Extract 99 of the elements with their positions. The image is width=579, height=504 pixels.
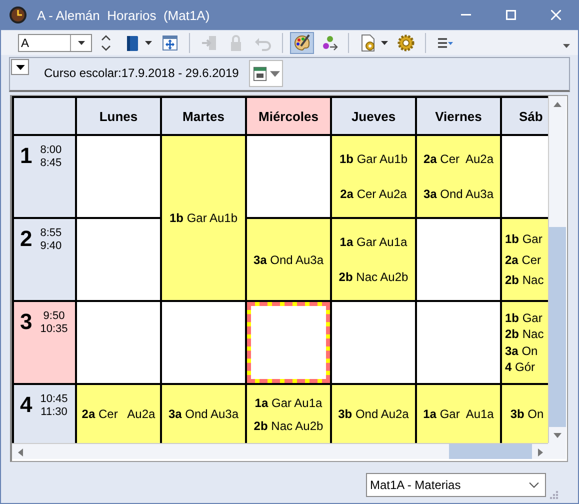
caret-icon — [381, 41, 388, 45]
timetable-cell[interactable]: 2a Cer Au2a 3a Ond Au3a — [417, 136, 500, 217]
day-header: Viernes — [417, 98, 500, 134]
minimize-icon — [460, 14, 470, 16]
day-header: Lunes — [77, 98, 160, 134]
class-combo-box[interactable]: A — [18, 34, 92, 52]
lesson-entry: 3a Ond Au3a — [168, 407, 239, 421]
view-select[interactable]: Mat1A - Materias — [366, 472, 546, 496]
door-arrow-icon — [200, 34, 218, 52]
corner-cell — [14, 98, 75, 134]
timetable-cell[interactable] — [77, 302, 160, 383]
timetable-cell[interactable]: 1b Gar 2a Cer 2b Nac — [502, 219, 548, 300]
timetable-cell[interactable]: 2a Cer Au2a — [77, 385, 160, 443]
timetable-cell[interactable]: 1a Gar Au1a 2b Nac Au2b — [332, 219, 415, 300]
lesson-entry: 1b Gar — [505, 232, 542, 246]
lesson-entry: 2a Cer Au2a — [82, 407, 156, 421]
timetable-cell[interactable]: 3b Ond Au2a — [332, 385, 415, 443]
lesson-entry: 4 Gór — [505, 360, 536, 374]
selected-cell[interactable] — [247, 302, 330, 383]
gear-icon — [397, 34, 415, 52]
timetable-cell[interactable]: 1a Gar Au1a — [417, 385, 500, 443]
timetable-cell[interactable]: 1b Gar Au1b — [162, 136, 245, 300]
day-header: Martes — [162, 98, 245, 134]
timetable-cell[interactable]: 3b On — [502, 385, 548, 443]
clock-icon — [9, 6, 27, 24]
people-icon — [320, 34, 338, 52]
end-time: 8:45 — [40, 157, 62, 170]
lesson-entry: 2a Cer Au2a — [340, 186, 407, 201]
close-icon — [550, 10, 560, 20]
scrollbar-thumb[interactable] — [448, 444, 532, 459]
resize-grip-icon[interactable] — [550, 491, 558, 499]
timetable-cell[interactable] — [77, 136, 160, 217]
lesson-entry: 1a Gar Au1a — [423, 407, 494, 421]
scroll-left-icon[interactable] — [18, 448, 22, 456]
end-time: 10:35 — [40, 323, 68, 336]
window-title: A - Alemán Horarios (Mat1A) — [37, 8, 211, 22]
end-time: 11:30 — [40, 406, 68, 419]
lesson-entry: 2b Nac — [505, 327, 544, 342]
timetable-cell[interactable]: 1b Gar 2b Nac 3a On 4 Gór — [502, 302, 548, 383]
timetable-cell[interactable]: 1b Gar Au1b 2a Cer Au2a — [332, 136, 415, 217]
chevron-icon — [529, 482, 539, 488]
lesson-entry: 3a Ond Au3a — [423, 186, 494, 201]
day-header: Miércoles — [247, 98, 330, 134]
start-time: 8:55 — [40, 227, 62, 240]
lesson-entry: 1a Gar Au1a — [254, 396, 322, 410]
move-icon — [161, 34, 179, 52]
timetable-cell[interactable] — [162, 302, 245, 383]
timetable-cell[interactable]: 3a Ond Au3a — [162, 385, 245, 443]
maximize-icon — [506, 10, 516, 20]
spinner-arrows-icon[interactable] — [99, 33, 113, 53]
timetable-cell[interactable] — [332, 302, 415, 383]
palette-icon — [293, 34, 311, 52]
calendar-button[interactable] — [249, 60, 283, 87]
period-number: 2 — [20, 227, 32, 251]
caret-icon — [78, 41, 84, 45]
lesson-entry: 2a Cer — [505, 252, 542, 266]
timetable-cell[interactable]: 1a Gar Au1a 2b Nac Au2b — [247, 385, 330, 443]
timetable-cell[interactable] — [417, 302, 500, 383]
timetable-cell[interactable] — [247, 136, 330, 217]
document-gear-icon — [359, 34, 377, 52]
caret-icon — [16, 64, 24, 70]
lesson-entry: 2b Nac — [505, 273, 544, 288]
lesson-entry: 3a On — [505, 344, 538, 358]
day-header: Sáb — [502, 98, 548, 134]
timetable-cell[interactable] — [502, 136, 548, 217]
start-time: 10:45 — [40, 393, 68, 406]
end-time: 9:40 — [40, 240, 62, 253]
scroll-down-icon[interactable] — [553, 432, 562, 438]
lesson-entry: 1b Gar — [505, 310, 542, 325]
school-year-label: Curso escolar:17.9.2018 - 29.6.2019 — [44, 66, 240, 80]
lesson-entry: 3b Ond Au2a — [338, 407, 409, 421]
period-number: 4 — [20, 393, 32, 417]
caret-icon — [145, 41, 152, 45]
dropdown-button[interactable] — [11, 59, 29, 75]
lesson-entry: 3b On — [510, 407, 544, 421]
lesson-entry: 1b Gar Au1b — [169, 211, 238, 225]
calendar-icon — [252, 65, 266, 82]
day-header: Jueves — [332, 98, 415, 134]
period-number: 3 — [20, 310, 32, 334]
scroll-right-icon[interactable] — [538, 448, 542, 456]
vertical-scrollbar[interactable] — [548, 96, 566, 443]
start-time: 9:50 — [43, 310, 65, 323]
lesson-entry: 3a Ond Au3a — [253, 252, 324, 266]
period-number: 1 — [20, 144, 32, 168]
horizontal-scrollbar[interactable] — [12, 443, 548, 459]
lesson-entry: 1b Gar Au1b — [339, 152, 408, 166]
lesson-entry: 2b Nac Au2b — [254, 418, 324, 432]
scroll-up-icon[interactable] — [553, 102, 562, 106]
start-time: 8:00 — [40, 144, 62, 157]
scrollbar-thumb[interactable] — [549, 227, 566, 427]
caret-icon[interactable] — [563, 44, 570, 48]
caret-icon — [270, 70, 280, 76]
lesson-entry: 2a Cer Au2a — [423, 152, 494, 166]
timetable-cell[interactable] — [77, 219, 160, 300]
timetable-cell[interactable]: 3a Ond Au3a — [247, 219, 330, 300]
lesson-entry: 2b Nac Au2b — [338, 270, 408, 284]
toolbar-button[interactable] — [290, 32, 314, 54]
timetable-cell[interactable] — [417, 219, 500, 300]
lesson-entry: 1a Gar Au1a — [340, 235, 408, 250]
